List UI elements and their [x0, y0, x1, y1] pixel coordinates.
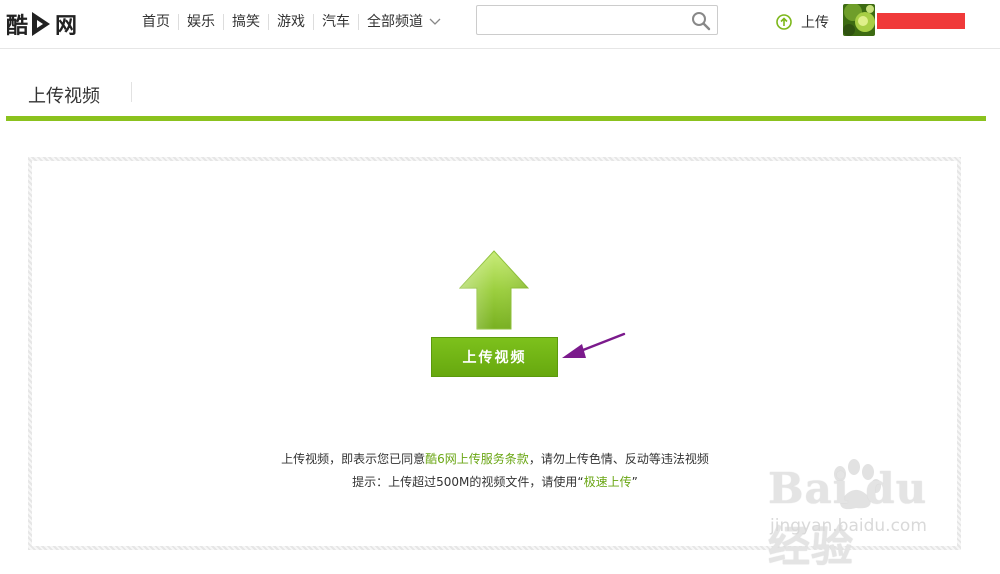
baidu-jingyan-watermark: Bai du 经验 jingyan.baidu.com [756, 456, 956, 571]
avatar[interactable] [843, 4, 875, 36]
chevron-down-icon [429, 18, 441, 25]
watermark-url-text: jingyan.baidu.com [770, 516, 927, 536]
notice2-text-before: 提示：上传超过500M的视频文件，请使用“ [352, 475, 584, 489]
logo-text-left: 酷 [6, 14, 28, 39]
notice1-text-before: 上传视频，即表示您已同意 [281, 452, 426, 466]
search-icon[interactable] [691, 11, 711, 31]
nav-item-entertainment[interactable]: 娱乐 [178, 14, 223, 30]
title-divider [131, 82, 132, 102]
nav-item-home[interactable]: 首页 [140, 14, 178, 30]
annotation-pointer-arrow-icon [562, 332, 626, 358]
logo-play-mark-icon [32, 12, 51, 36]
logo-text-right: 网 [55, 14, 77, 39]
nav-item-games[interactable]: 游戏 [268, 14, 313, 30]
header-upload-link[interactable]: 上传 [776, 12, 829, 32]
site-logo[interactable]: 酷 网 [6, 6, 77, 42]
nav-all-channels-label: 全部频道 [367, 14, 423, 30]
nav-item-cars[interactable]: 汽车 [313, 14, 358, 30]
top-navigation-bar: 酷 网 首页 娱乐 搞笑 游戏 汽车 全部频道 上传 [0, 0, 1000, 49]
nav-item-funny[interactable]: 搞笑 [223, 14, 268, 30]
channel-nav: 首页 娱乐 搞笑 游戏 汽车 全部频道 [140, 14, 449, 30]
username-redacted[interactable] [877, 13, 965, 29]
terms-of-service-link[interactable]: 酷6网上传服务条款 [425, 452, 529, 466]
upload-arrow-icon[interactable] [459, 250, 529, 330]
upload-video-button[interactable]: 上传视频 [431, 337, 558, 377]
accent-divider [6, 116, 986, 121]
page-title: 上传视频 [28, 86, 100, 107]
notice1-text-after: ，请勿上传色情、反动等违法视频 [528, 452, 709, 466]
notice2-text-after: ” [631, 475, 638, 489]
upload-circle-icon [776, 14, 792, 30]
header-upload-label: 上传 [801, 15, 829, 31]
search-input[interactable] [483, 7, 687, 35]
fast-upload-link[interactable]: 极速上传 [584, 475, 632, 489]
nav-item-all-channels[interactable]: 全部频道 [358, 14, 449, 30]
search-box [476, 5, 718, 35]
avatar-image [843, 4, 875, 36]
